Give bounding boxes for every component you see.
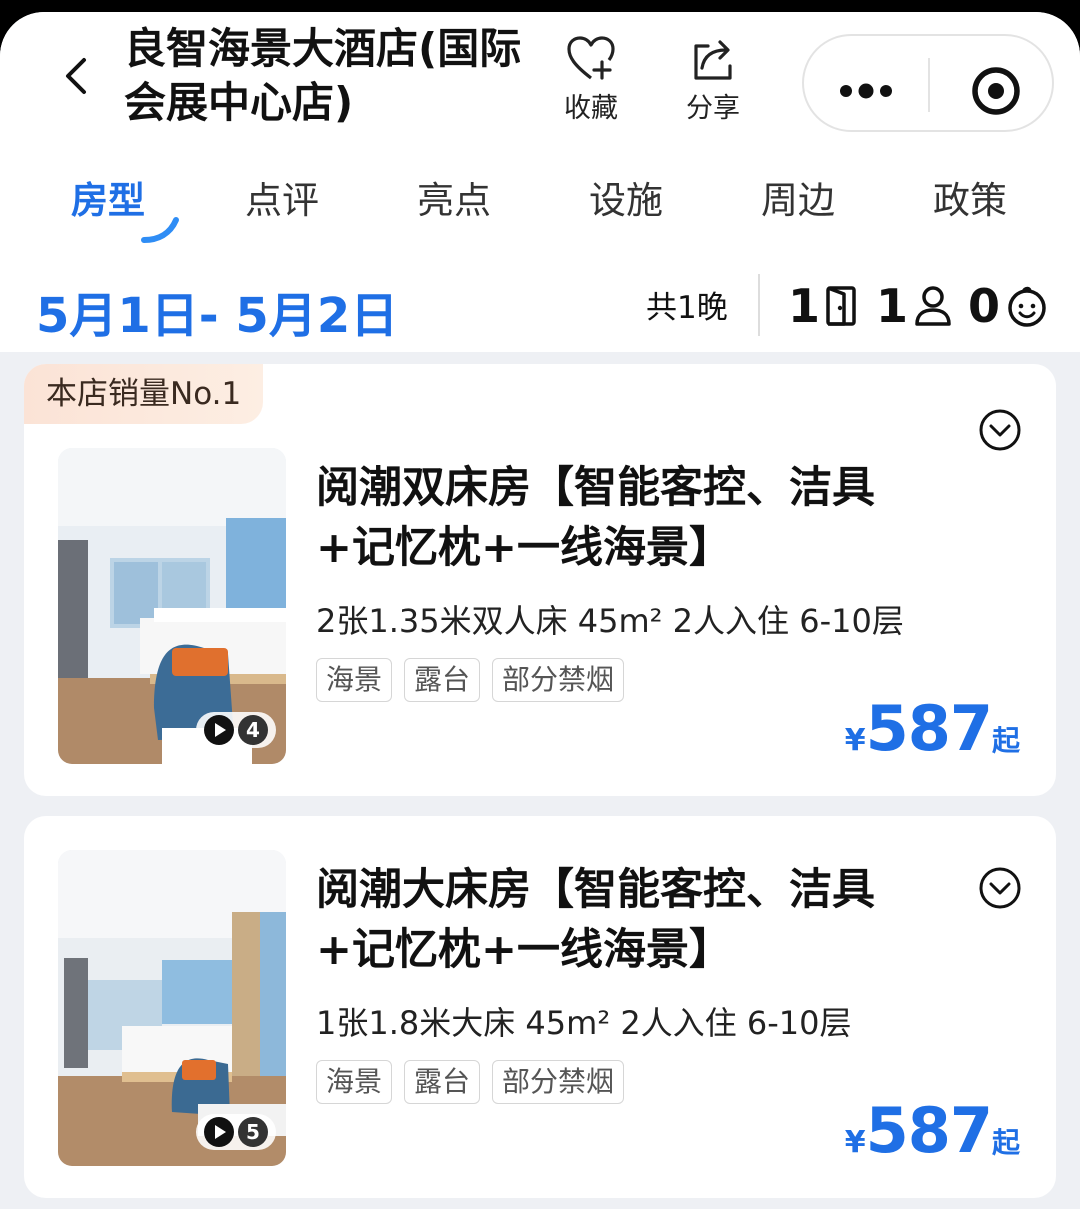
price-currency: ¥	[844, 723, 866, 758]
room-card[interactable]: 本店销量No.1 4 阅潮双床房【智能客控、洁具+记忆枕+一线海景】 2张1.3…	[24, 364, 1056, 796]
rooms-count: 1	[788, 279, 821, 333]
tab-active-indicator	[141, 217, 179, 243]
heart-plus-icon	[567, 36, 615, 80]
price-amount: 587	[865, 1094, 993, 1167]
chevron-left-icon[interactable]	[56, 54, 100, 98]
play-icon	[204, 715, 234, 745]
room-tag: 露台	[404, 1060, 481, 1104]
close-mini-program-button[interactable]	[930, 36, 1054, 134]
favorite-label: 收藏	[564, 93, 618, 124]
tab-reviews[interactable]: 点评	[212, 170, 352, 224]
tab-policy[interactable]: 政策	[900, 170, 1040, 224]
room-tag: 海景	[316, 658, 393, 702]
price-currency: ¥	[844, 1125, 866, 1160]
room-spec: 2张1.35米双人床 45m² 2人入住 6-10层	[316, 602, 904, 640]
room-card[interactable]: 5 阅潮大床房【智能客控、洁具+记忆枕+一线海景】 1张1.8米大床 45m² …	[24, 816, 1056, 1198]
tab-highlights[interactable]: 亮点	[384, 170, 524, 224]
room-tags: 海景 露台 部分禁烟	[316, 1060, 625, 1104]
share-icon	[694, 40, 732, 80]
share-label: 分享	[686, 93, 740, 124]
room-tag: 海景	[316, 1060, 393, 1104]
room-name: 阅潮双床房【智能客控、洁具+记忆枕+一线海景】	[316, 463, 875, 573]
hotel-detail-page: 良智海景大酒店(国际会展中心店) 收藏 分享 房型 点评 亮点 设施 周边 政策…	[0, 12, 1080, 1209]
tab-facilities[interactable]: 设施	[556, 170, 696, 224]
room-spec: 1张1.8米大床 45m² 2人入住 6-10层	[316, 1004, 852, 1042]
room-tag: 部分禁烟	[492, 658, 625, 702]
chevron-down-circle-icon[interactable]	[978, 408, 1022, 452]
more-dots-icon	[840, 83, 892, 99]
room-photo[interactable]: 4	[58, 448, 286, 764]
play-icon	[204, 1117, 234, 1147]
share-button[interactable]: 分享	[668, 34, 758, 125]
room-photo[interactable]: 5	[58, 850, 286, 1166]
best-seller-badge: 本店销量No.1	[24, 364, 264, 424]
adults-count: 1	[876, 279, 909, 333]
room-tag: 部分禁烟	[492, 1060, 625, 1104]
photo-count-pill: 4	[196, 712, 276, 748]
chevron-down-circle-icon[interactable]	[978, 866, 1022, 910]
nights-count: 共1晚	[646, 290, 728, 326]
photo-count-pill: 5	[196, 1114, 276, 1150]
children-count: 0	[968, 279, 1001, 333]
room-price: ¥587起	[845, 1094, 1020, 1167]
person-icon	[915, 286, 951, 326]
target-close-icon	[972, 67, 1020, 115]
room-price: ¥587起	[845, 692, 1020, 765]
booking-divider	[758, 274, 760, 336]
photo-count: 4	[238, 715, 268, 745]
room-tags: 海景 露台 部分禁烟	[316, 658, 625, 702]
section-tabs: 房型 点评 亮点 设施 周边 政策	[0, 170, 1080, 243]
photo-count: 5	[238, 1117, 268, 1147]
child-face-icon	[1008, 286, 1046, 327]
door-icon	[826, 286, 856, 326]
tab-nearby[interactable]: 周边	[728, 170, 868, 224]
mini-program-capsule	[802, 34, 1054, 132]
guest-selector[interactable]: 1 1 0	[788, 274, 1064, 338]
room-tag: 露台	[404, 658, 481, 702]
date-range-selector[interactable]: 5月1日- 5月2日	[36, 276, 398, 346]
hotel-name: 良智海景大酒店(国际会展中心店)	[124, 24, 522, 127]
price-suffix: 起	[991, 1126, 1020, 1159]
price-suffix: 起	[991, 724, 1020, 757]
favorite-button[interactable]: 收藏	[546, 34, 636, 125]
more-button[interactable]	[804, 36, 928, 134]
price-amount: 587	[865, 692, 993, 765]
header: 良智海景大酒店(国际会展中心店) 收藏 分享 房型 点评 亮点 设施 周边 政策…	[0, 12, 1080, 352]
room-name: 阅潮大床房【智能客控、洁具+记忆枕+一线海景】	[316, 865, 875, 975]
